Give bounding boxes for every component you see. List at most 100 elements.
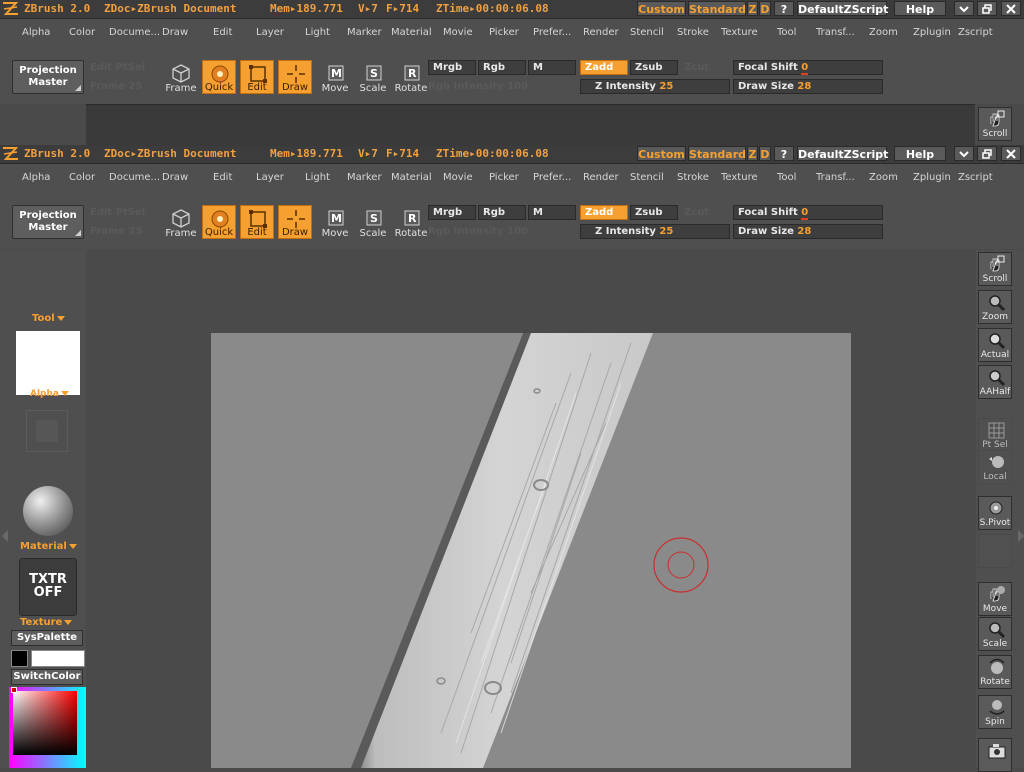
menu-tool[interactable]: Tool (777, 172, 796, 183)
menu-movie[interactable]: Movie (443, 27, 473, 38)
zadd-button[interactable]: Zadd (580, 205, 628, 220)
help-question-button[interactable]: ? (774, 146, 794, 161)
menu-texture[interactable]: Texture (721, 27, 758, 38)
secondary-color-swatch[interactable] (31, 650, 85, 667)
z-intensity-slider[interactable]: Z Intensity 25 (580, 224, 730, 239)
mrgb-button[interactable]: Mrgb (428, 60, 476, 75)
menu-prefer[interactable]: Prefer... (533, 27, 571, 38)
texture-palette-label[interactable]: Texture (20, 617, 73, 628)
z-button[interactable]: Z (747, 146, 758, 161)
menu-texture[interactable]: Texture (721, 172, 758, 183)
menu-color[interactable]: Color (69, 27, 95, 38)
draw-tool-button[interactable]: Draw (278, 60, 312, 94)
scroll-button[interactable]: Scroll (978, 107, 1012, 141)
menu-render[interactable]: Render (583, 172, 619, 183)
menu-movie[interactable]: Movie (443, 172, 473, 183)
minimize-button[interactable] (954, 1, 974, 16)
standard-button[interactable]: Standard (688, 1, 746, 16)
focal-shift-slider[interactable]: Focal Shift 0 (733, 205, 883, 220)
zoom-button[interactable]: Zoom (978, 290, 1012, 324)
menu-draw[interactable]: Draw (162, 27, 188, 38)
scroll-button[interactable]: Scroll (978, 252, 1012, 286)
menu-docume[interactable]: Docume... (109, 172, 160, 183)
ptsel-button[interactable]: Pt Sel (978, 418, 1012, 452)
restore-button[interactable] (977, 146, 997, 161)
menu-draw[interactable]: Draw (162, 172, 188, 183)
d-button[interactable]: D (759, 146, 771, 161)
menu-zplugin[interactable]: Zplugin (913, 27, 951, 38)
actual-button[interactable]: Actual (978, 328, 1012, 362)
rgb-button[interactable]: Rgb (478, 205, 526, 220)
menu-prefer[interactable]: Prefer... (533, 172, 571, 183)
draw-size-slider[interactable]: Draw Size 28 (733, 224, 883, 239)
custom-button[interactable]: Custom (637, 1, 686, 16)
move-tool-button[interactable]: M Move (318, 205, 352, 239)
rotate-tool-button[interactable]: R Rotate (394, 60, 428, 94)
menu-color[interactable]: Color (69, 172, 95, 183)
color-picker-marker[interactable] (11, 687, 17, 693)
menu-zplugin[interactable]: Zplugin (913, 172, 951, 183)
material-palette-label[interactable]: Material (20, 541, 77, 552)
m-button[interactable]: M (528, 60, 576, 75)
edit-tool-button[interactable]: Edit (240, 60, 274, 94)
close-button[interactable] (1001, 1, 1021, 16)
menu-transf[interactable]: Transf... (816, 172, 855, 183)
move-tool-button[interactable]: M Move (318, 60, 352, 94)
document-canvas[interactable] (211, 333, 851, 768)
menu-alpha[interactable]: Alpha (22, 27, 50, 38)
zsub-button[interactable]: Zsub (630, 60, 678, 75)
frame-tool-button[interactable]: Frame (164, 60, 198, 94)
menu-stroke[interactable]: Stroke (677, 172, 709, 183)
z-button[interactable]: Z (747, 1, 758, 16)
menu-marker[interactable]: Marker (347, 172, 382, 183)
scale-tool-button[interactable]: S Scale (356, 60, 390, 94)
menu-picker[interactable]: Picker (489, 27, 519, 38)
menu-edit[interactable]: Edit (213, 27, 232, 38)
current-tool-thumbnail[interactable] (16, 331, 80, 395)
z-intensity-slider[interactable]: Z Intensity 25 (580, 79, 730, 94)
rotate-tool-button[interactable]: R Rotate (394, 205, 428, 239)
menu-picker[interactable]: Picker (489, 172, 519, 183)
quick-tool-button[interactable]: Quick (202, 205, 236, 239)
minimize-button[interactable] (954, 146, 974, 161)
menu-zoom[interactable]: Zoom (869, 172, 898, 183)
custom-button[interactable]: Custom (637, 146, 686, 161)
default-zscript-button[interactable]: DefaultZScript (797, 1, 888, 16)
camera-button[interactable] (978, 738, 1012, 772)
aahalf-button[interactable]: AAHalf (978, 365, 1012, 399)
menu-layer[interactable]: Layer (256, 27, 284, 38)
standard-button[interactable]: Standard (688, 146, 746, 161)
menu-transf[interactable]: Transf... (816, 27, 855, 38)
frame-tool-button[interactable]: Frame (164, 205, 198, 239)
menu-docume[interactable]: Docume... (109, 27, 160, 38)
menu-render[interactable]: Render (583, 27, 619, 38)
close-button[interactable] (1001, 146, 1021, 161)
local-button[interactable]: Local (978, 450, 1012, 484)
restore-button[interactable] (977, 1, 997, 16)
menu-alpha[interactable]: Alpha (22, 172, 50, 183)
help-button[interactable]: Help (894, 1, 946, 16)
menu-layer[interactable]: Layer (256, 172, 284, 183)
menu-zoom[interactable]: Zoom (869, 27, 898, 38)
rgb-button[interactable]: Rgb (478, 60, 526, 75)
projection-master-button[interactable]: Projection Master (12, 60, 84, 94)
draw-tool-button[interactable]: Draw (278, 205, 312, 239)
menu-light[interactable]: Light (305, 172, 330, 183)
menu-marker[interactable]: Marker (347, 27, 382, 38)
menu-stencil[interactable]: Stencil (630, 27, 664, 38)
zsub-button[interactable]: Zsub (630, 205, 678, 220)
spin-button[interactable]: Spin (978, 695, 1012, 729)
edit-tool-button[interactable]: Edit (240, 205, 274, 239)
m-button[interactable]: M (528, 205, 576, 220)
color-picker-hue-ring[interactable] (9, 687, 86, 768)
syspalette-button[interactable]: SysPalette (11, 630, 83, 646)
default-zscript-button[interactable]: DefaultZScript (797, 146, 888, 161)
alpha-thumbnail[interactable] (26, 410, 68, 452)
rotate-button[interactable]: Rotate (978, 655, 1012, 689)
texture-off-thumbnail[interactable]: TXTR OFF (19, 558, 77, 616)
tool-palette-label[interactable]: Tool (32, 313, 65, 324)
menu-zscript[interactable]: Zscript (958, 27, 993, 38)
left-tray-collapse-arrow-icon[interactable] (2, 530, 8, 542)
switchcolor-button[interactable]: SwitchColor (11, 669, 83, 685)
focal-shift-slider[interactable]: Focal Shift 0 (733, 60, 883, 75)
